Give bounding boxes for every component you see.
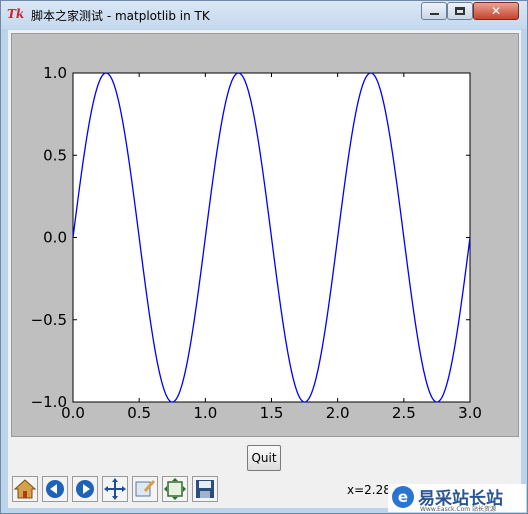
subplots-icon <box>164 478 186 500</box>
sine-plot[interactable]: 0.0 0.5 1.0 1.5 2.0 2.5 3.01.00.50.0−0.5−1.0 <box>12 34 520 438</box>
zoom-icon <box>135 479 156 497</box>
quit-button[interactable]: Quit <box>247 445 281 471</box>
back-button[interactable] <box>42 476 68 502</box>
tk-icon: Tk <box>7 7 25 21</box>
x-tick-label: 1.5 <box>260 404 284 422</box>
forward-button[interactable] <box>72 476 98 502</box>
y-tick-label: −0.5 <box>31 311 67 329</box>
close-button[interactable]: ✕ <box>473 2 519 20</box>
title-bar[interactable]: Tk 脚本之家测试 - matplotlib in TK ✕ <box>1 1 527 29</box>
save-icon <box>196 480 214 498</box>
pan-button[interactable] <box>102 476 128 502</box>
client-area: 0.0 0.5 1.0 1.5 2.0 2.5 3.0 1.0 0.5 0.0 −0.5 −1.0 Q… <box>8 30 521 508</box>
x-tick-label: 2.0 <box>326 404 350 422</box>
x-tick-label: 2.5 <box>392 404 416 422</box>
x-tick-label: 1.0 <box>193 404 217 422</box>
home-icon <box>13 479 37 499</box>
subplots-button[interactable] <box>162 476 188 502</box>
window-title: 脚本之家测试 - matplotlib in TK <box>31 9 210 23</box>
maximize-icon <box>455 7 465 15</box>
maximize-button[interactable] <box>447 2 473 20</box>
y-tick-label: 0.0 <box>43 229 67 247</box>
watermark-subtext: Www.Easck.Com 站长资源 <box>420 506 496 513</box>
back-icon <box>46 480 64 498</box>
forward-icon <box>76 480 94 498</box>
app-window: Tk 脚本之家测试 - matplotlib in TK ✕ 0.0 0.5 1.0… <box>0 0 528 514</box>
home-button[interactable] <box>12 476 38 502</box>
minimize-icon <box>430 13 439 15</box>
zoom-button[interactable] <box>132 476 158 502</box>
pan-icon <box>104 478 126 500</box>
y-tick-label: 0.5 <box>43 146 67 164</box>
x-tick-label: 3.0 <box>458 404 482 422</box>
y-tick-label: 1.0 <box>43 64 67 82</box>
minimize-button[interactable] <box>421 2 447 20</box>
y-tick-label: −1.0 <box>31 393 67 411</box>
figure-canvas[interactable]: 0.0 0.5 1.0 1.5 2.0 2.5 3.0 1.0 0.5 0.0 −0.5 −1.0 <box>11 33 519 437</box>
close-icon: ✕ <box>490 4 502 18</box>
save-button[interactable] <box>192 476 218 502</box>
watermark: e 易采站长站 Www.Easck.Com 站长资源 <box>388 484 526 513</box>
x-tick-label: 0.5 <box>127 404 151 422</box>
watermark-logo: e <box>392 486 414 508</box>
